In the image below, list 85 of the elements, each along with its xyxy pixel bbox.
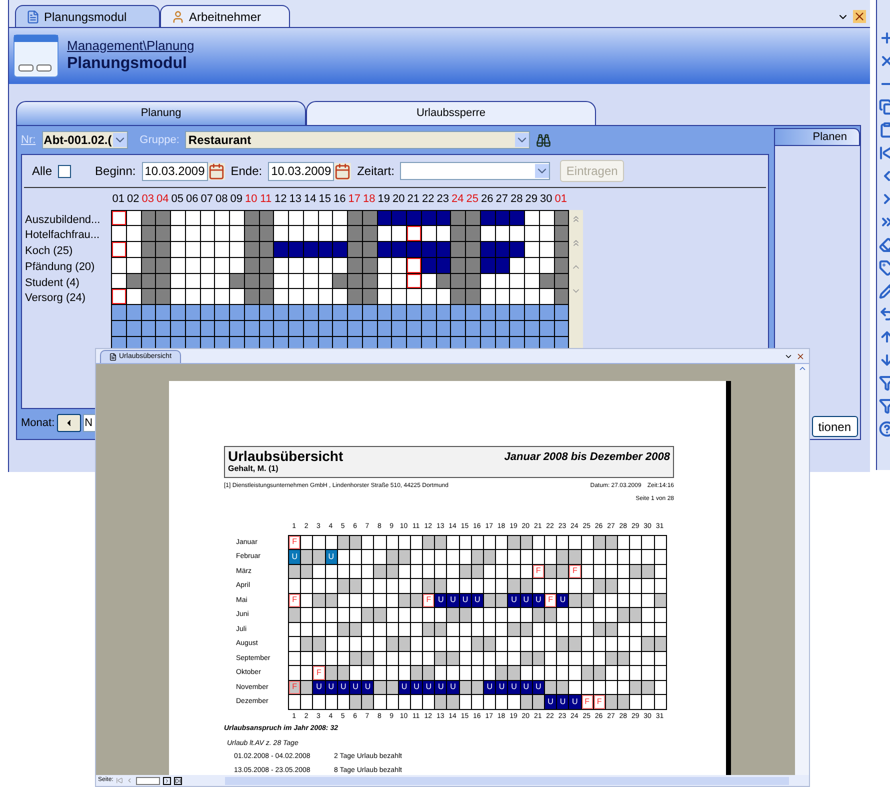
calendar-cell: U [557,695,570,710]
day-number: 09 [229,192,244,207]
calendar-cell: U [569,695,582,710]
breadcrumb-link[interactable]: Management\Planung [67,38,194,54]
employee-name: Gehalt, M. (1) [228,465,280,473]
day-number: 14 [303,192,318,207]
calendar-cell: F [569,564,582,579]
day-number: 28 [510,192,524,207]
calendar-cell: U [557,594,570,608]
report-period: Januar 2008 bis Dezember 2008 [504,450,670,465]
day-number: 30 [539,192,554,207]
day-number: 25 [465,192,480,207]
calendar-cell: F [594,695,606,710]
window-tab[interactable]: Planungsmodul [15,5,160,27]
gruppe-select[interactable]: Restaurant [185,131,530,149]
calendar-cell: F [423,594,436,608]
calendar-cell: U [447,680,460,695]
calendar-cell: U [508,680,521,695]
planen-tab[interactable]: Planen [774,128,860,146]
zeitart-label: Zeitart: [357,163,394,180]
month-field[interactable]: N [82,414,97,432]
day-number: 17 [347,192,362,207]
window-tab[interactable]: Arbeitnehmer [160,5,290,27]
calendar-cell: F [582,695,594,710]
calendar-cell: U [435,594,448,608]
calendar-cell: F [289,594,302,608]
day-number: 07 [200,192,214,207]
day-number: 26 [480,192,494,207]
day-number: 04 [156,192,170,207]
day-number: 02 [126,192,140,207]
day-number: 10 [244,192,258,207]
calendar-cell: U [326,550,338,564]
day-number: 29 [524,192,538,207]
nr-label: Nr: [21,132,36,148]
row-label: Auszubildend... [25,212,102,228]
gruppe-label: Gruppe: [140,132,180,148]
calendar-cell: F [313,666,326,680]
day-number: 06 [185,192,200,207]
calendar-cell: U [496,680,508,695]
options-button[interactable]: tionen [812,416,858,437]
calendar-cell: U [544,695,558,710]
day-number: 11 [259,192,273,207]
day-number: 13 [288,192,302,207]
calendar-cell: U [362,680,374,695]
section-tab[interactable]: Urlaubssperre [306,101,596,125]
day-number: 01 [111,192,126,207]
page-title: Planungsmodul [67,54,188,74]
calendar-cell: U [484,680,496,695]
row-label: Hotelfachfrau... [25,228,101,244]
day-number: 18 [362,192,376,207]
day-number: 22 [421,192,436,207]
calendar-cell: U [435,680,448,695]
section-tab[interactable]: Planung [16,101,306,125]
calendar-cell: U [423,680,436,695]
calendar-cell: F [289,536,302,550]
day-number: 27 [494,192,509,207]
calendar-cell: U [313,680,326,695]
calendar-cell: U [289,550,302,564]
day-number: 15 [318,192,332,207]
ende-label: Ende: [230,163,262,180]
calendar-cell: U [447,594,460,608]
row-label: Koch (25) [25,244,74,259]
day-number: 24 [450,192,465,207]
row-label: Versorg (24) [25,291,87,306]
day-number: 21 [406,192,420,207]
ende-field[interactable]: 10.03.2009 [268,162,334,180]
day-number: 20 [392,192,406,207]
nr-select[interactable]: Abt-001.02.( [42,131,128,149]
day-number: 16 [332,192,347,207]
report-title: Urlaubsübersicht [228,449,344,463]
day-number: 08 [214,192,229,207]
row-label: Pfändung (20) [25,260,96,275]
day-number: 23 [436,192,450,207]
row-label: Student (4) [25,276,80,290]
calendar-cell: F [289,680,302,695]
day-number: 03 [140,192,155,207]
day-number: 01 [554,192,568,207]
beginn-label: Beginn: [95,163,136,180]
monat-label: Monat: [21,416,55,431]
day-number: 19 [376,192,391,207]
day-number: 05 [170,192,184,207]
calendar-cell: U [508,594,521,608]
alle-label: Alle [32,163,52,180]
day-number: 12 [274,192,288,207]
beginn-field[interactable]: 10.03.2009 [142,162,208,180]
